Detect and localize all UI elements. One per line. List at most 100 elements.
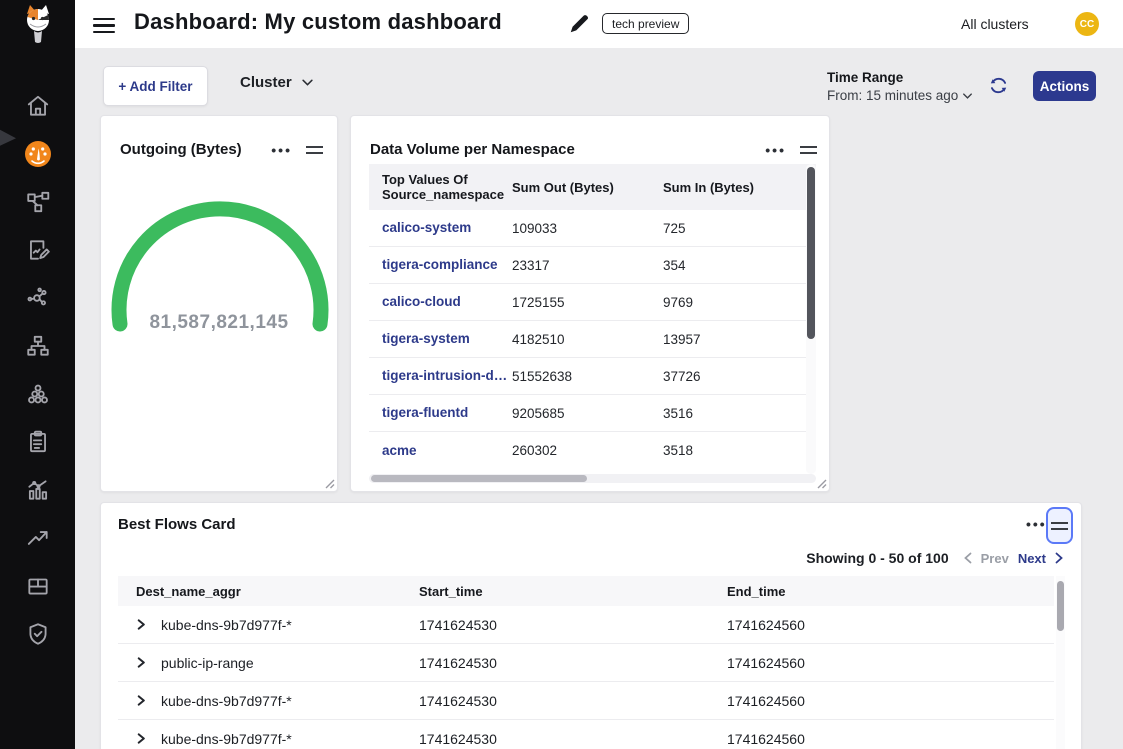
app-root: Dashboard: My custom dashboard tech prev… (0, 0, 1123, 749)
namespace-link[interactable]: calico-system (382, 220, 471, 235)
dest-name-value: public-ip-range (161, 655, 254, 671)
sum-out-value: 9205685 (512, 406, 663, 421)
horizontal-scrollbar-thumb[interactable] (371, 475, 587, 482)
refresh-icon (988, 75, 1009, 96)
data-volume-card-title: Data Volume per Namespace (370, 141, 575, 158)
edit-pencil-icon[interactable] (568, 13, 590, 35)
expand-chevron-icon[interactable] (136, 733, 147, 744)
table-row: acme 260302 3518 (369, 432, 816, 469)
table-row[interactable]: kube-dns-9b7d977f-* 1741624530 174162456… (118, 720, 1054, 749)
card-menu-ellipsis-icon[interactable]: ••• (765, 146, 786, 154)
next-page-button[interactable]: Next (1018, 551, 1046, 566)
col-sum-in: Sum In (Bytes) (663, 180, 803, 195)
namespace-link[interactable]: tigera-system (382, 331, 470, 346)
sidebar-item-home[interactable] (0, 82, 75, 130)
sidebar-item-packages[interactable] (0, 562, 75, 610)
namespace-link[interactable]: acme (382, 443, 417, 458)
vertical-scrollbar-thumb[interactable] (1057, 581, 1064, 631)
sum-out-value: 51552638 (512, 369, 663, 384)
shield-check-icon (25, 621, 51, 647)
best-flows-table: Dest_name_aggr Start_time End_time kube-… (118, 576, 1054, 749)
sidebar-item-compliance[interactable] (0, 418, 75, 466)
table-row: calico-cloud 1725155 9769 (369, 284, 816, 321)
prev-page-button[interactable]: Prev (981, 551, 1009, 566)
actions-button[interactable]: Actions (1033, 71, 1096, 101)
namespace-link[interactable]: tigera-compliance (382, 257, 498, 272)
sidebar-item-service-graph[interactable] (0, 274, 75, 322)
sidebar-item-security[interactable] (0, 610, 75, 658)
calico-logo[interactable] (0, 0, 75, 48)
table-row[interactable]: kube-dns-9b7d977f-* 1741624530 174162456… (118, 606, 1054, 644)
gauge-arc (101, 171, 339, 411)
start-time-value: 1741624530 (419, 655, 727, 671)
resize-handle-icon[interactable] (325, 479, 335, 489)
time-range-value-dropdown[interactable]: From: 15 minutes ago (827, 88, 972, 103)
table-row[interactable]: kube-dns-9b7d977f-* 1741624530 174162456… (118, 682, 1054, 720)
dest-name-value: kube-dns-9b7d977f-* (161, 617, 292, 633)
data-volume-card: Data Volume per Namespace ••• Top Values… (350, 115, 830, 492)
sum-out-value: 260302 (512, 443, 663, 458)
resize-handle-icon[interactable] (817, 479, 827, 489)
namespace-link[interactable]: calico-cloud (382, 294, 461, 309)
sum-out-value: 23317 (512, 258, 663, 273)
card-drag-handle-icon[interactable] (800, 142, 817, 158)
start-time-value: 1741624530 (419, 617, 727, 633)
chevron-right-icon[interactable] (1055, 552, 1063, 564)
best-flows-table-header: Dest_name_aggr Start_time End_time (118, 576, 1054, 606)
end-time-value: 1741624560 (727, 693, 1027, 709)
table-row: calico-system 109033 725 (369, 210, 816, 247)
sidebar-item-workloads[interactable] (0, 370, 75, 418)
card-drag-handle-focused[interactable] (1046, 507, 1073, 544)
top-header: Dashboard: My custom dashboard tech prev… (0, 0, 1123, 48)
report-edit-icon (25, 237, 51, 263)
user-avatar[interactable]: CC (1075, 12, 1099, 36)
col-start-time: Start_time (419, 584, 727, 599)
end-time-value: 1741624560 (727, 617, 1027, 633)
outgoing-bytes-card: Outgoing (Bytes) ••• 81,587,821,145 (100, 115, 338, 492)
sum-in-value: 3518 (663, 443, 803, 458)
sum-in-value: 37726 (663, 369, 803, 384)
card-menu-ellipsis-icon[interactable]: ••• (271, 146, 292, 154)
col-source-namespace: Top Values Of Source_namespace (369, 172, 512, 202)
sidebar-item-reports[interactable] (0, 226, 75, 274)
sum-out-value: 1725155 (512, 295, 663, 310)
outgoing-card-title: Outgoing (Bytes) (120, 141, 242, 158)
chevron-left-icon[interactable] (964, 552, 972, 564)
sidebar-item-analytics[interactable] (0, 466, 75, 514)
namespace-link[interactable]: tigera-fluentd (382, 405, 468, 420)
start-time-value: 1741624530 (419, 693, 727, 709)
sidebar-item-threat-feeds[interactable] (0, 514, 75, 562)
sidebar-item-topology[interactable] (0, 178, 75, 226)
add-filter-button[interactable]: + Add Filter (103, 66, 208, 106)
dest-name-value: kube-dns-9b7d977f-* (161, 731, 292, 747)
honeycomb-icon (25, 381, 51, 407)
sidebar-item-network-sets[interactable] (0, 322, 75, 370)
sum-out-value: 4182510 (512, 332, 663, 347)
end-time-value: 1741624560 (727, 655, 1027, 671)
box-icon (25, 573, 51, 599)
namespace-link[interactable]: tigera-intrusion-d… (382, 368, 507, 383)
sidebar-item-dashboard[interactable] (0, 130, 75, 178)
sum-in-value: 13957 (663, 332, 803, 347)
card-drag-handle-icon[interactable] (306, 142, 323, 158)
horizontal-scrollbar (369, 474, 816, 483)
vertical-scrollbar-thumb[interactable] (807, 167, 815, 339)
table-row[interactable]: public-ip-range 1741624530 1741624560 (118, 644, 1054, 682)
col-end-time: End_time (727, 584, 1027, 599)
cluster-scope-selector[interactable]: All clusters (961, 16, 1029, 32)
sum-in-value: 725 (663, 221, 803, 236)
vertical-scrollbar (806, 164, 816, 474)
left-sidebar (0, 48, 75, 749)
expand-chevron-icon[interactable] (136, 695, 147, 706)
expand-chevron-icon[interactable] (136, 657, 147, 668)
expand-chevron-icon[interactable] (136, 619, 147, 630)
page-title: Dashboard: My custom dashboard (134, 9, 502, 35)
refresh-button[interactable] (988, 75, 1009, 96)
pagination-summary: Showing 0 - 50 of 100 (806, 550, 948, 566)
card-menu-ellipsis-icon[interactable]: ••• (1026, 520, 1047, 528)
best-flows-card: Best Flows Card Showing 0 - 50 of 100 Pr… (100, 502, 1082, 749)
menu-hamburger-icon[interactable] (93, 14, 115, 34)
cluster-filter-dropdown[interactable]: Cluster (240, 74, 313, 91)
trend-arrow-icon (25, 525, 51, 551)
pagination-controls: Showing 0 - 50 of 100 Prev Next (806, 550, 1063, 566)
